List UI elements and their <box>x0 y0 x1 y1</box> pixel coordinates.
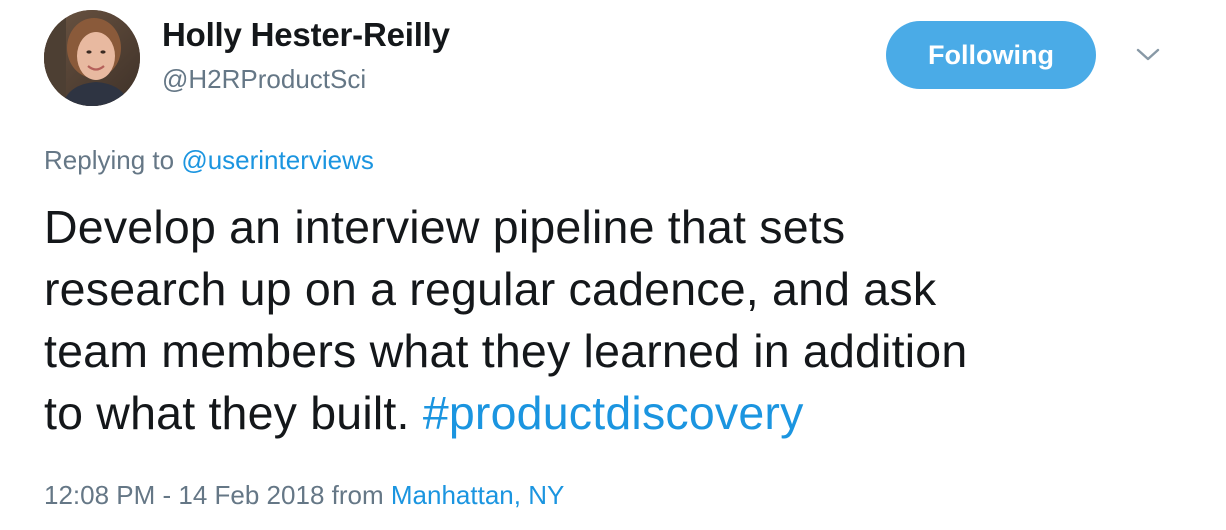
tweet-card: Holly Hester-Reilly @H2RProductSci Follo… <box>0 0 1226 530</box>
reply-mention-link[interactable]: @userinterviews <box>181 145 374 175</box>
replying-to-label: Replying to <box>44 145 175 175</box>
tweet-text-fragment: to what they built. <box>44 387 410 439</box>
author-display-name[interactable]: Holly Hester-Reilly <box>162 16 450 54</box>
hashtag-link[interactable]: #productdiscovery <box>423 387 804 439</box>
replying-to: Replying to @userinterviews <box>44 145 374 176</box>
location-link[interactable]: Manhattan, NY <box>391 480 564 510</box>
tweet-text-line: research up on a regular cadence, and as… <box>44 263 937 315</box>
tweet-text-line-last: to what they built. #productdiscovery <box>44 382 1204 444</box>
following-button[interactable]: Following <box>886 21 1096 89</box>
avatar[interactable] <box>44 10 140 106</box>
tweet-menu-caret[interactable] <box>1128 40 1168 70</box>
timestamp[interactable]: 12:08 PM - 14 Feb 2018 <box>44 480 324 510</box>
tweet-text: Develop an interview pipeline that sets … <box>44 196 1204 444</box>
tweet-meta: 12:08 PM - 14 Feb 2018 from Manhattan, N… <box>44 480 564 511</box>
from-label: from <box>331 480 384 510</box>
tweet-text-line: Develop an interview pipeline that sets <box>44 201 846 253</box>
author-handle[interactable]: @H2RProductSci <box>162 64 366 95</box>
profile-photo-icon <box>44 10 140 106</box>
tweet-text-line: team members what they learned in additi… <box>44 325 968 377</box>
chevron-down-icon <box>1136 48 1160 61</box>
